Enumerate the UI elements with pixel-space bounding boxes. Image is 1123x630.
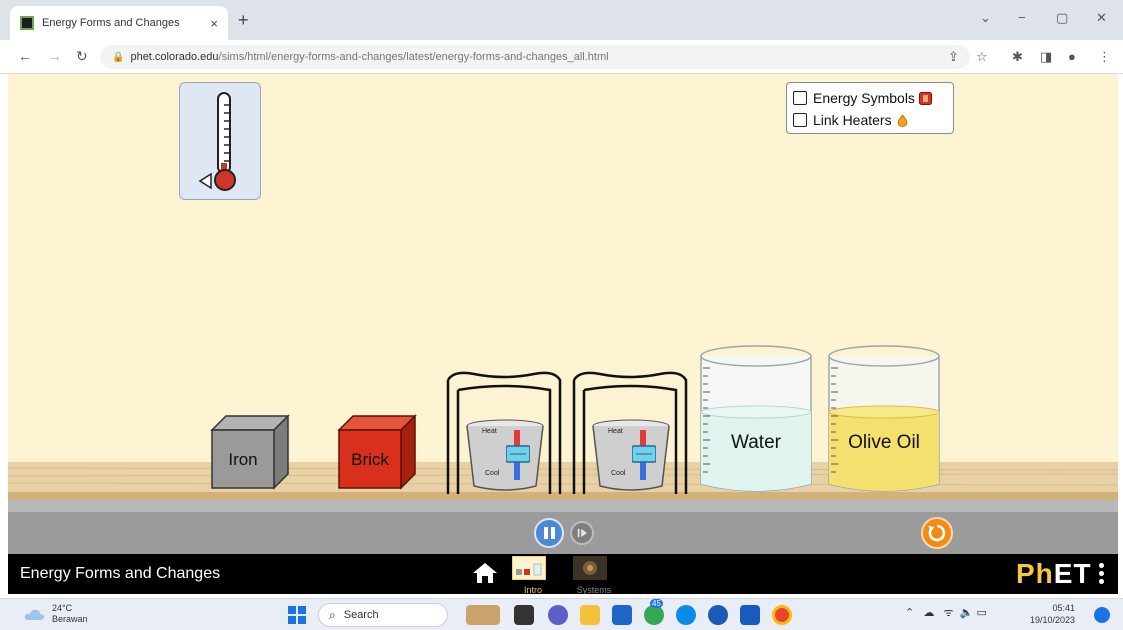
new-tab-button[interactable]: + [238,10,249,31]
notification-count-badge: 45 [650,599,663,608]
clock[interactable]: 05:41 19/10/2023 [1030,602,1075,626]
cool-label-2: Cool [611,470,626,477]
browser-toolbar: ← → ↻ 🔒 phet.colorado.edu/sims/html/ener… [0,40,1123,74]
checkbox-icon[interactable] [793,113,807,127]
link-heaters-checkbox[interactable]: Link Heaters [793,109,947,131]
heater-bucket-1 [466,419,544,491]
back-arrow-icon[interactable]: ← [18,48,32,64]
weather-widget[interactable]: 24°C Berawan [24,603,88,625]
taskbar-search-label: Search [343,609,379,621]
url-domain: phet.colorado.edu [130,51,219,63]
edge-icon[interactable] [676,605,696,625]
heat-cool-slider-1[interactable] [506,428,530,484]
lock-icon: 🔒 [112,51,125,63]
forward-arrow-icon[interactable]: → [48,48,62,64]
file-explorer-icon[interactable] [580,605,600,625]
share-icon[interactable]: ⇪ [948,49,959,65]
thermometer-toolbox [179,82,261,200]
home-icon[interactable] [472,561,498,585]
phet-logo[interactable]: PhET [1016,558,1092,590]
phet-favicon-icon [20,16,34,30]
system-tray[interactable]: ⌃ ☁ ᯤ 🔈 ▭ [905,605,987,620]
store-icon[interactable] [612,605,632,625]
os-taskbar: 24°C Berawan ⌕ Search 45 ⌃ ☁ ᯤ 🔈 ▭ 05:41… [0,598,1123,630]
taskbar-search[interactable]: ⌕ Search [318,603,448,627]
step-forward-button[interactable] [570,521,594,545]
address-bar[interactable]: 🔒 phet.colorado.edu/sims/html/energy-for… [100,45,970,69]
checkbox-icon[interactable] [793,91,807,105]
water-beaker[interactable] [698,342,814,498]
bookmark-star-icon[interactable]: ☆ [976,49,988,65]
heat-cool-slider-2[interactable] [632,428,656,484]
weather-temp: 24°C [52,603,73,613]
tab-close-button[interactable]: × [210,16,218,31]
browser-tab[interactable]: Energy Forms and Changes × [10,6,228,40]
heater-bucket-2 [592,419,670,491]
profile-icon[interactable]: ● [1068,49,1076,64]
tab-search-button[interactable]: ⌄ [980,10,991,26]
taskbar-widget-icon[interactable] [466,605,500,625]
systems-screen-thumbnail [573,556,607,580]
search-icon: ⌕ [329,607,336,622]
olive-oil-label: Olive Oil [848,432,920,453]
energy-symbols-checkbox[interactable]: Energy Symbols [793,87,947,109]
heat-label-1: Heat [482,428,497,435]
tab-title: Energy Forms and Changes [42,17,180,29]
side-panel-icon[interactable]: ◨ [1040,49,1052,65]
reset-all-button[interactable] [921,517,953,549]
cool-label-1: Cool [485,470,500,477]
intro-screen-thumbnail [511,555,547,581]
extensions-icon[interactable]: ✱ [1012,49,1023,65]
energy-chunk-icon [918,91,932,105]
olive-oil-beaker[interactable] [826,342,942,498]
brick-label: Brick [351,450,389,469]
options-panel: Energy Symbols Link Heaters [786,82,954,134]
browser-menu-icon[interactable]: ⋮ [1098,49,1111,65]
screen-intro-label: Intro [523,585,542,594]
url-path: /sims/html/energy-forms-and-changes/late… [218,51,609,63]
weather-desc: Berawan [52,614,88,624]
iron-label: Iron [228,450,258,469]
flame-icon [897,113,907,127]
close-window-button[interactable]: ✕ [1096,10,1107,26]
clock-date: 19/10/2023 [1030,615,1076,625]
link-heaters-label: Link Heaters [813,112,892,128]
maximize-button[interactable]: ▢ [1056,10,1068,26]
clock-time: 05:41 [1052,603,1076,613]
chrome-icon[interactable] [772,605,792,625]
minimize-button[interactable]: − [1018,10,1026,25]
pause-button[interactable] [534,518,564,548]
simulation-canvas: Energy Symbols Link Heaters Iron Brick H… [8,74,1118,594]
thermometer-icon[interactable] [180,83,262,201]
app-icon[interactable]: 45 [644,599,664,625]
windows-start-icon[interactable] [288,606,306,624]
phet-menu-icon[interactable] [1098,563,1106,585]
time-control-bar [8,512,1118,554]
screen-systems-label: Systems [576,585,612,594]
screen-intro-button[interactable]: Intro [511,555,554,594]
water-label: Water [731,432,781,453]
cloud-icon [24,609,45,620]
task-view-icon[interactable] [514,605,534,625]
teams-chat-icon[interactable] [548,605,568,625]
screen-systems-button[interactable]: Systems [573,556,615,594]
heat-label-2: Heat [608,428,623,435]
reload-icon[interactable]: ↻ [76,48,88,65]
sim-navigation-bar: Energy Forms and Changes Intro Systems P… [8,554,1118,594]
notifications-icon[interactable] [1094,607,1110,623]
pause-icon [543,527,555,539]
energy-symbols-label: Energy Symbols [813,90,915,106]
word-icon[interactable] [740,605,760,625]
sim-title: Energy Forms and Changes [20,565,221,582]
zoom-icon[interactable] [708,605,728,625]
browser-tab-bar: Energy Forms and Changes × + ⌄ − ▢ ✕ [0,0,1123,40]
